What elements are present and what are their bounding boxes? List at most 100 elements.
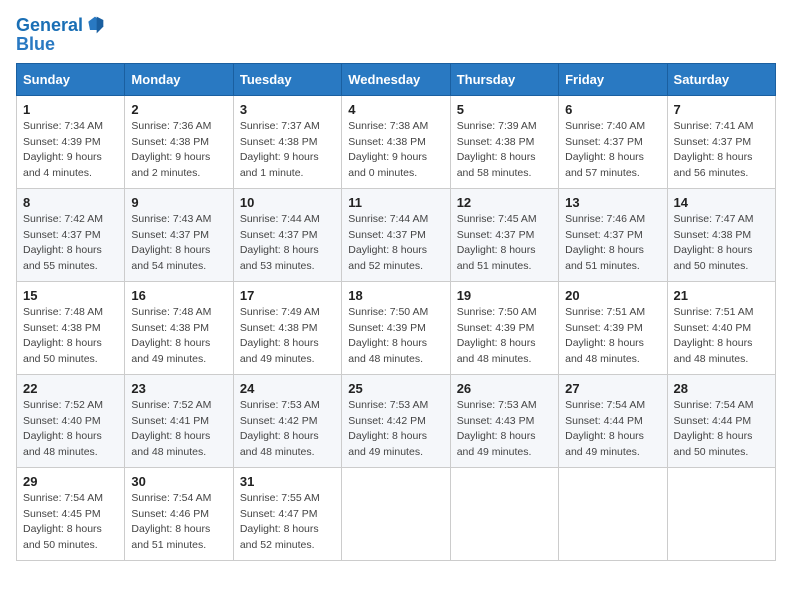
day-number: 13 xyxy=(565,195,660,210)
day-number: 7 xyxy=(674,102,769,117)
table-row: 28 Sunrise: 7:54 AM Sunset: 4:44 PM Dayl… xyxy=(667,374,775,467)
table-row: 6 Sunrise: 7:40 AM Sunset: 4:37 PM Dayli… xyxy=(559,95,667,188)
day-number: 20 xyxy=(565,288,660,303)
day-info: Sunrise: 7:37 AM Sunset: 4:38 PM Dayligh… xyxy=(240,119,335,182)
table-row: 25 Sunrise: 7:53 AM Sunset: 4:42 PM Dayl… xyxy=(342,374,450,467)
table-row: 8 Sunrise: 7:42 AM Sunset: 4:37 PM Dayli… xyxy=(17,188,125,281)
day-info: Sunrise: 7:41 AM Sunset: 4:37 PM Dayligh… xyxy=(674,119,769,182)
day-number: 21 xyxy=(674,288,769,303)
table-row: 22 Sunrise: 7:52 AM Sunset: 4:40 PM Dayl… xyxy=(17,374,125,467)
day-info: Sunrise: 7:46 AM Sunset: 4:37 PM Dayligh… xyxy=(565,212,660,275)
day-info: Sunrise: 7:51 AM Sunset: 4:40 PM Dayligh… xyxy=(674,305,769,368)
day-info: Sunrise: 7:36 AM Sunset: 4:38 PM Dayligh… xyxy=(131,119,226,182)
table-row: 15 Sunrise: 7:48 AM Sunset: 4:38 PM Dayl… xyxy=(17,281,125,374)
day-number: 27 xyxy=(565,381,660,396)
calendar-header-row: SundayMondayTuesdayWednesdayThursdayFrid… xyxy=(17,63,776,95)
table-row xyxy=(450,467,558,560)
day-info: Sunrise: 7:52 AM Sunset: 4:41 PM Dayligh… xyxy=(131,398,226,461)
day-number: 31 xyxy=(240,474,335,489)
table-row: 5 Sunrise: 7:39 AM Sunset: 4:38 PM Dayli… xyxy=(450,95,558,188)
column-header-monday: Monday xyxy=(125,63,233,95)
calendar-week-row: 22 Sunrise: 7:52 AM Sunset: 4:40 PM Dayl… xyxy=(17,374,776,467)
day-info: Sunrise: 7:53 AM Sunset: 4:42 PM Dayligh… xyxy=(348,398,443,461)
day-info: Sunrise: 7:54 AM Sunset: 4:44 PM Dayligh… xyxy=(565,398,660,461)
column-header-tuesday: Tuesday xyxy=(233,63,341,95)
table-row: 29 Sunrise: 7:54 AM Sunset: 4:45 PM Dayl… xyxy=(17,467,125,560)
day-info: Sunrise: 7:44 AM Sunset: 4:37 PM Dayligh… xyxy=(348,212,443,275)
day-info: Sunrise: 7:34 AM Sunset: 4:39 PM Dayligh… xyxy=(23,119,118,182)
logo-text: General xyxy=(16,16,83,36)
day-info: Sunrise: 7:42 AM Sunset: 4:37 PM Dayligh… xyxy=(23,212,118,275)
page-header: General Blue xyxy=(16,16,776,55)
table-row: 14 Sunrise: 7:47 AM Sunset: 4:38 PM Dayl… xyxy=(667,188,775,281)
table-row: 21 Sunrise: 7:51 AM Sunset: 4:40 PM Dayl… xyxy=(667,281,775,374)
day-number: 18 xyxy=(348,288,443,303)
calendar-week-row: 8 Sunrise: 7:42 AM Sunset: 4:37 PM Dayli… xyxy=(17,188,776,281)
day-number: 1 xyxy=(23,102,118,117)
day-info: Sunrise: 7:51 AM Sunset: 4:39 PM Dayligh… xyxy=(565,305,660,368)
column-header-thursday: Thursday xyxy=(450,63,558,95)
column-header-wednesday: Wednesday xyxy=(342,63,450,95)
day-number: 30 xyxy=(131,474,226,489)
day-info: Sunrise: 7:54 AM Sunset: 4:45 PM Dayligh… xyxy=(23,491,118,554)
table-row: 17 Sunrise: 7:49 AM Sunset: 4:38 PM Dayl… xyxy=(233,281,341,374)
table-row: 3 Sunrise: 7:37 AM Sunset: 4:38 PM Dayli… xyxy=(233,95,341,188)
day-info: Sunrise: 7:47 AM Sunset: 4:38 PM Dayligh… xyxy=(674,212,769,275)
day-number: 28 xyxy=(674,381,769,396)
column-header-saturday: Saturday xyxy=(667,63,775,95)
table-row: 26 Sunrise: 7:53 AM Sunset: 4:43 PM Dayl… xyxy=(450,374,558,467)
table-row xyxy=(559,467,667,560)
table-row: 11 Sunrise: 7:44 AM Sunset: 4:37 PM Dayl… xyxy=(342,188,450,281)
table-row xyxy=(667,467,775,560)
table-row: 19 Sunrise: 7:50 AM Sunset: 4:39 PM Dayl… xyxy=(450,281,558,374)
day-number: 29 xyxy=(23,474,118,489)
logo-icon xyxy=(85,15,105,35)
table-row: 7 Sunrise: 7:41 AM Sunset: 4:37 PM Dayli… xyxy=(667,95,775,188)
calendar-week-row: 29 Sunrise: 7:54 AM Sunset: 4:45 PM Dayl… xyxy=(17,467,776,560)
day-info: Sunrise: 7:53 AM Sunset: 4:42 PM Dayligh… xyxy=(240,398,335,461)
day-number: 2 xyxy=(131,102,226,117)
day-info: Sunrise: 7:48 AM Sunset: 4:38 PM Dayligh… xyxy=(131,305,226,368)
day-number: 17 xyxy=(240,288,335,303)
calendar-week-row: 1 Sunrise: 7:34 AM Sunset: 4:39 PM Dayli… xyxy=(17,95,776,188)
day-info: Sunrise: 7:39 AM Sunset: 4:38 PM Dayligh… xyxy=(457,119,552,182)
day-number: 6 xyxy=(565,102,660,117)
table-row: 30 Sunrise: 7:54 AM Sunset: 4:46 PM Dayl… xyxy=(125,467,233,560)
day-number: 16 xyxy=(131,288,226,303)
calendar-table: SundayMondayTuesdayWednesdayThursdayFrid… xyxy=(16,63,776,561)
day-number: 15 xyxy=(23,288,118,303)
day-number: 19 xyxy=(457,288,552,303)
day-number: 11 xyxy=(348,195,443,210)
day-info: Sunrise: 7:54 AM Sunset: 4:46 PM Dayligh… xyxy=(131,491,226,554)
day-info: Sunrise: 7:50 AM Sunset: 4:39 PM Dayligh… xyxy=(457,305,552,368)
day-number: 10 xyxy=(240,195,335,210)
day-number: 5 xyxy=(457,102,552,117)
day-number: 12 xyxy=(457,195,552,210)
day-info: Sunrise: 7:53 AM Sunset: 4:43 PM Dayligh… xyxy=(457,398,552,461)
day-info: Sunrise: 7:44 AM Sunset: 4:37 PM Dayligh… xyxy=(240,212,335,275)
day-info: Sunrise: 7:55 AM Sunset: 4:47 PM Dayligh… xyxy=(240,491,335,554)
table-row: 13 Sunrise: 7:46 AM Sunset: 4:37 PM Dayl… xyxy=(559,188,667,281)
day-info: Sunrise: 7:38 AM Sunset: 4:38 PM Dayligh… xyxy=(348,119,443,182)
day-number: 3 xyxy=(240,102,335,117)
logo-blue: Blue xyxy=(16,34,105,55)
day-number: 22 xyxy=(23,381,118,396)
day-info: Sunrise: 7:54 AM Sunset: 4:44 PM Dayligh… xyxy=(674,398,769,461)
table-row: 4 Sunrise: 7:38 AM Sunset: 4:38 PM Dayli… xyxy=(342,95,450,188)
day-info: Sunrise: 7:50 AM Sunset: 4:39 PM Dayligh… xyxy=(348,305,443,368)
column-header-friday: Friday xyxy=(559,63,667,95)
table-row: 27 Sunrise: 7:54 AM Sunset: 4:44 PM Dayl… xyxy=(559,374,667,467)
day-number: 26 xyxy=(457,381,552,396)
day-number: 4 xyxy=(348,102,443,117)
column-header-sunday: Sunday xyxy=(17,63,125,95)
table-row: 23 Sunrise: 7:52 AM Sunset: 4:41 PM Dayl… xyxy=(125,374,233,467)
day-number: 8 xyxy=(23,195,118,210)
logo: General Blue xyxy=(16,16,105,55)
day-info: Sunrise: 7:48 AM Sunset: 4:38 PM Dayligh… xyxy=(23,305,118,368)
table-row: 1 Sunrise: 7:34 AM Sunset: 4:39 PM Dayli… xyxy=(17,95,125,188)
table-row: 9 Sunrise: 7:43 AM Sunset: 4:37 PM Dayli… xyxy=(125,188,233,281)
day-number: 14 xyxy=(674,195,769,210)
day-info: Sunrise: 7:45 AM Sunset: 4:37 PM Dayligh… xyxy=(457,212,552,275)
day-number: 23 xyxy=(131,381,226,396)
table-row: 18 Sunrise: 7:50 AM Sunset: 4:39 PM Dayl… xyxy=(342,281,450,374)
